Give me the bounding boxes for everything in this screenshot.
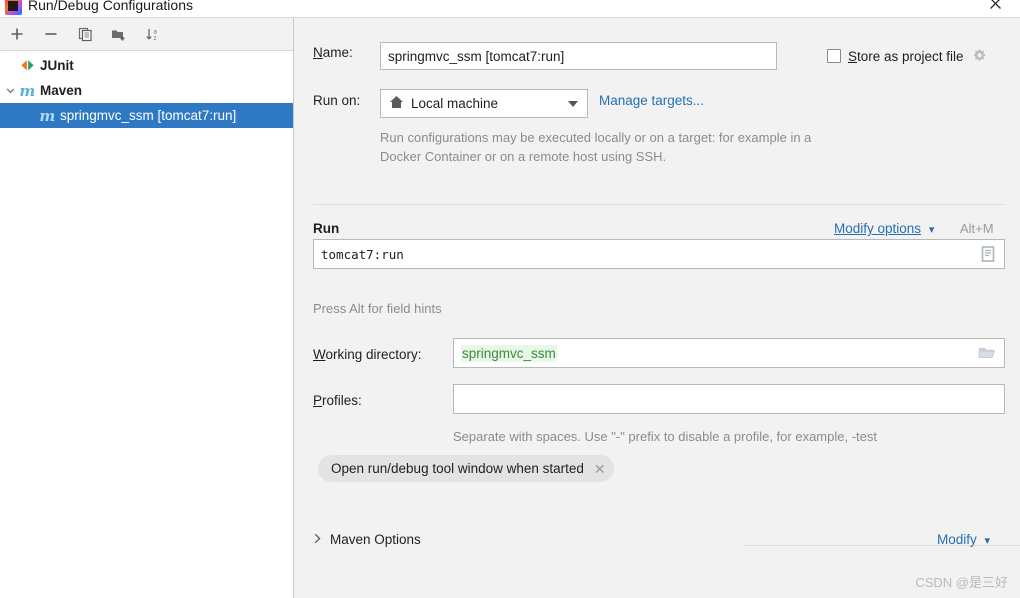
minus-icon [45, 33, 57, 35]
run-on-label: Run on: [313, 93, 361, 108]
tree-item-junit[interactable]: JUnit [0, 53, 293, 78]
configurations-tree-panel: a z JUnit m Maven m springmvc_ssm [tomca… [0, 18, 294, 598]
tree-item-springmvc-ssm[interactable]: m springmvc_ssm [tomcat7:run] [0, 103, 293, 128]
tree-item-label: springmvc_ssm [tomcat7:run] [60, 108, 237, 123]
chevron-down-icon [6, 88, 14, 94]
maven-command-value: tomcat7:run [321, 246, 404, 262]
working-directory-input[interactable]: springmvc_ssm [453, 338, 1005, 368]
tree-item-label: Maven [40, 83, 83, 98]
maven-options-modify-label: Modify [937, 532, 977, 547]
name-input[interactable]: springmvc_ssm [tomcat7:run] [380, 42, 777, 70]
maven-icon: m [19, 81, 35, 100]
tree-toolbar: a z [0, 18, 293, 51]
modify-options-label: Modify options [834, 221, 922, 236]
maven-options-label: Maven Options [330, 532, 421, 547]
working-directory-value: springmvc_ssm [461, 344, 557, 362]
name-row: Name: [313, 45, 353, 60]
new-folder-button[interactable] [102, 19, 136, 49]
run-section-title: Run [313, 221, 340, 236]
chip-label: Open run/debug tool window when started [331, 461, 584, 476]
window-title: Run/Debug Configurations [28, 0, 193, 13]
close-icon [989, 0, 1001, 9]
expand-editor-icon[interactable] [980, 246, 996, 263]
watermark: CSDN @是三好 [915, 575, 1008, 590]
run-section-divider [313, 204, 1005, 205]
intellij-idea-logo-icon [5, 0, 22, 15]
option-chip-open-tool-window[interactable]: Open run/debug tool window when started … [318, 455, 614, 482]
profiles-hint: Separate with spaces. Use "-" prefix to … [453, 429, 877, 444]
tree-item-maven[interactable]: m Maven [0, 78, 293, 103]
working-directory-label: Working directory: [313, 347, 422, 362]
gear-icon[interactable] [972, 48, 988, 64]
chevron-down-icon: ▾ [984, 535, 991, 547]
new-folder-icon [112, 30, 125, 40]
run-debug-configurations-dialog: Run/Debug Configurations a z JUnit m Mav… [0, 0, 1020, 598]
home-icon [389, 95, 404, 112]
maven-options-modify-link[interactable]: Modify ▾ [937, 532, 990, 547]
copy-icon [78, 27, 92, 41]
modify-options-shortcut: Alt+M [960, 221, 994, 236]
store-as-project-file-checkbox[interactable]: Store as project file [827, 48, 988, 64]
add-configuration-button[interactable] [0, 19, 34, 49]
chevron-right-icon[interactable] [313, 533, 322, 547]
chevron-down-icon [568, 100, 578, 107]
field-hints-text: Press Alt for field hints [313, 301, 442, 316]
sort-configurations-button[interactable]: a z [136, 19, 170, 49]
close-icon[interactable]: ✕ [594, 462, 606, 476]
svg-text:z: z [154, 36, 157, 42]
working-directory-row: Working directory: [313, 347, 422, 362]
tree-expand-toggle-maven[interactable] [3, 78, 17, 103]
maven-options-section-header[interactable]: Maven Options [313, 532, 421, 547]
copy-configuration-button[interactable] [68, 19, 102, 49]
remove-configuration-button[interactable] [34, 19, 68, 49]
profiles-row: Profiles: [313, 393, 362, 408]
title-bar: Run/Debug Configurations [0, 0, 1020, 18]
run-on-value: Local machine [411, 96, 499, 111]
run-on-description: Run configurations may be executed local… [380, 130, 812, 164]
configuration-editor-panel: Name: springmvc_ssm [tomcat7:run] Store … [295, 18, 1020, 598]
svg-text:a: a [154, 29, 158, 35]
run-on-row: Run on: [313, 93, 360, 108]
plus-icon [11, 28, 23, 40]
sort-alphabetically-icon: a z [146, 28, 158, 42]
run-on-dropdown[interactable]: Local machine [380, 89, 588, 118]
checkbox-box [827, 49, 841, 63]
name-label: Name: [313, 45, 353, 60]
folder-open-icon[interactable] [978, 346, 996, 361]
maven-icon: m [39, 106, 55, 125]
profiles-input[interactable] [453, 384, 1005, 414]
maven-command-input[interactable]: tomcat7:run [313, 239, 1005, 269]
configurations-tree[interactable]: JUnit m Maven m springmvc_ssm [tomcat7:r… [0, 51, 293, 598]
modify-options-link[interactable]: Modify options ▾ [834, 221, 934, 236]
close-window-button[interactable] [978, 0, 1012, 15]
store-as-project-file-label: Store as project file [848, 48, 964, 64]
name-input-value: springmvc_ssm [tomcat7:run] [388, 48, 565, 64]
chevron-down-icon: ▾ [928, 224, 935, 236]
manage-targets-link[interactable]: Manage targets... [599, 93, 704, 108]
profiles-label: Profiles: [313, 393, 362, 408]
tree-item-label: JUnit [40, 58, 74, 73]
junit-icon [18, 58, 36, 74]
